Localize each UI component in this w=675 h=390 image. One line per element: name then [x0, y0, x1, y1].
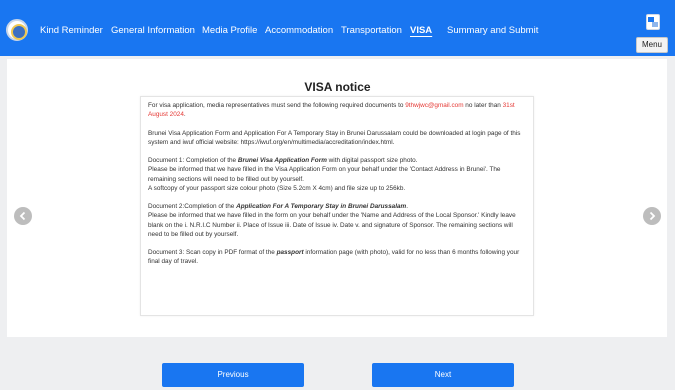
doc2-intro-end: .: [406, 203, 408, 211]
nav-kind-reminder[interactable]: Kind Reminder: [40, 25, 103, 36]
nav-transportation[interactable]: Transportation: [341, 25, 402, 36]
doc1-photo-requirement: A softcopy of your passport size colour …: [148, 184, 406, 192]
notice-paragraph-download: Brunei Visa Application Form and Applica…: [148, 129, 521, 146]
doc1-form-name: Brunei Visa Application Form: [237, 157, 327, 165]
doc1-intro-end: with digital passport size photo.: [326, 157, 418, 165]
doc2-detail: Please be informed that we have filled i…: [148, 212, 516, 238]
visa-notice-box: For visa application, media representati…: [140, 96, 534, 316]
doc1-detail: Please be informed that we have filled i…: [148, 166, 501, 183]
doc3-passport: passport: [276, 249, 304, 257]
doc1-intro: Document 1: Completion of the: [148, 157, 238, 165]
notice-document-2: Document 2:Completion of the Application…: [148, 202, 526, 239]
logo-icon: [6, 19, 28, 41]
previous-arrow-button[interactable]: [14, 207, 32, 225]
previous-button[interactable]: Previous: [162, 363, 304, 387]
notice-document-1: Document 1: Completion of the Brunei Vis…: [148, 156, 526, 193]
chevron-right-icon: [649, 211, 656, 221]
top-navbar: Kind Reminder General Information Media …: [0, 0, 675, 56]
intro-text-end: .: [183, 111, 186, 119]
notice-paragraph-intro: For visa application, media representati…: [148, 101, 526, 119]
doc2-form-name: Application For A Temporary Stay in Brun…: [236, 203, 407, 211]
menu-button[interactable]: Menu: [636, 37, 668, 53]
translate-icon[interactable]: [646, 14, 660, 30]
next-arrow-button[interactable]: [643, 207, 661, 225]
doc2-intro: Document 2:Completion of the: [148, 203, 237, 211]
nav-media-profile[interactable]: Media Profile: [202, 25, 257, 36]
nav-accommodation[interactable]: Accommodation: [265, 25, 333, 36]
page-title: VISA notice: [304, 80, 371, 94]
nav-summary-and-submit[interactable]: Summary and Submit: [447, 25, 538, 36]
next-button[interactable]: Next: [372, 363, 514, 387]
intro-text: For visa application, media representati…: [148, 102, 406, 109]
nav-general-information[interactable]: General Information: [111, 25, 195, 36]
notice-document-3: Document 3: Scan copy in PDF format of t…: [148, 248, 526, 266]
chevron-left-icon: [19, 211, 26, 221]
doc3-intro: Document 3: Scan copy in PDF format of t…: [148, 249, 277, 257]
intro-text-mid: no later than: [463, 102, 503, 109]
contact-email: 9thwjwc@gmail.com: [405, 102, 464, 109]
nav-visa[interactable]: VISA: [410, 25, 432, 36]
